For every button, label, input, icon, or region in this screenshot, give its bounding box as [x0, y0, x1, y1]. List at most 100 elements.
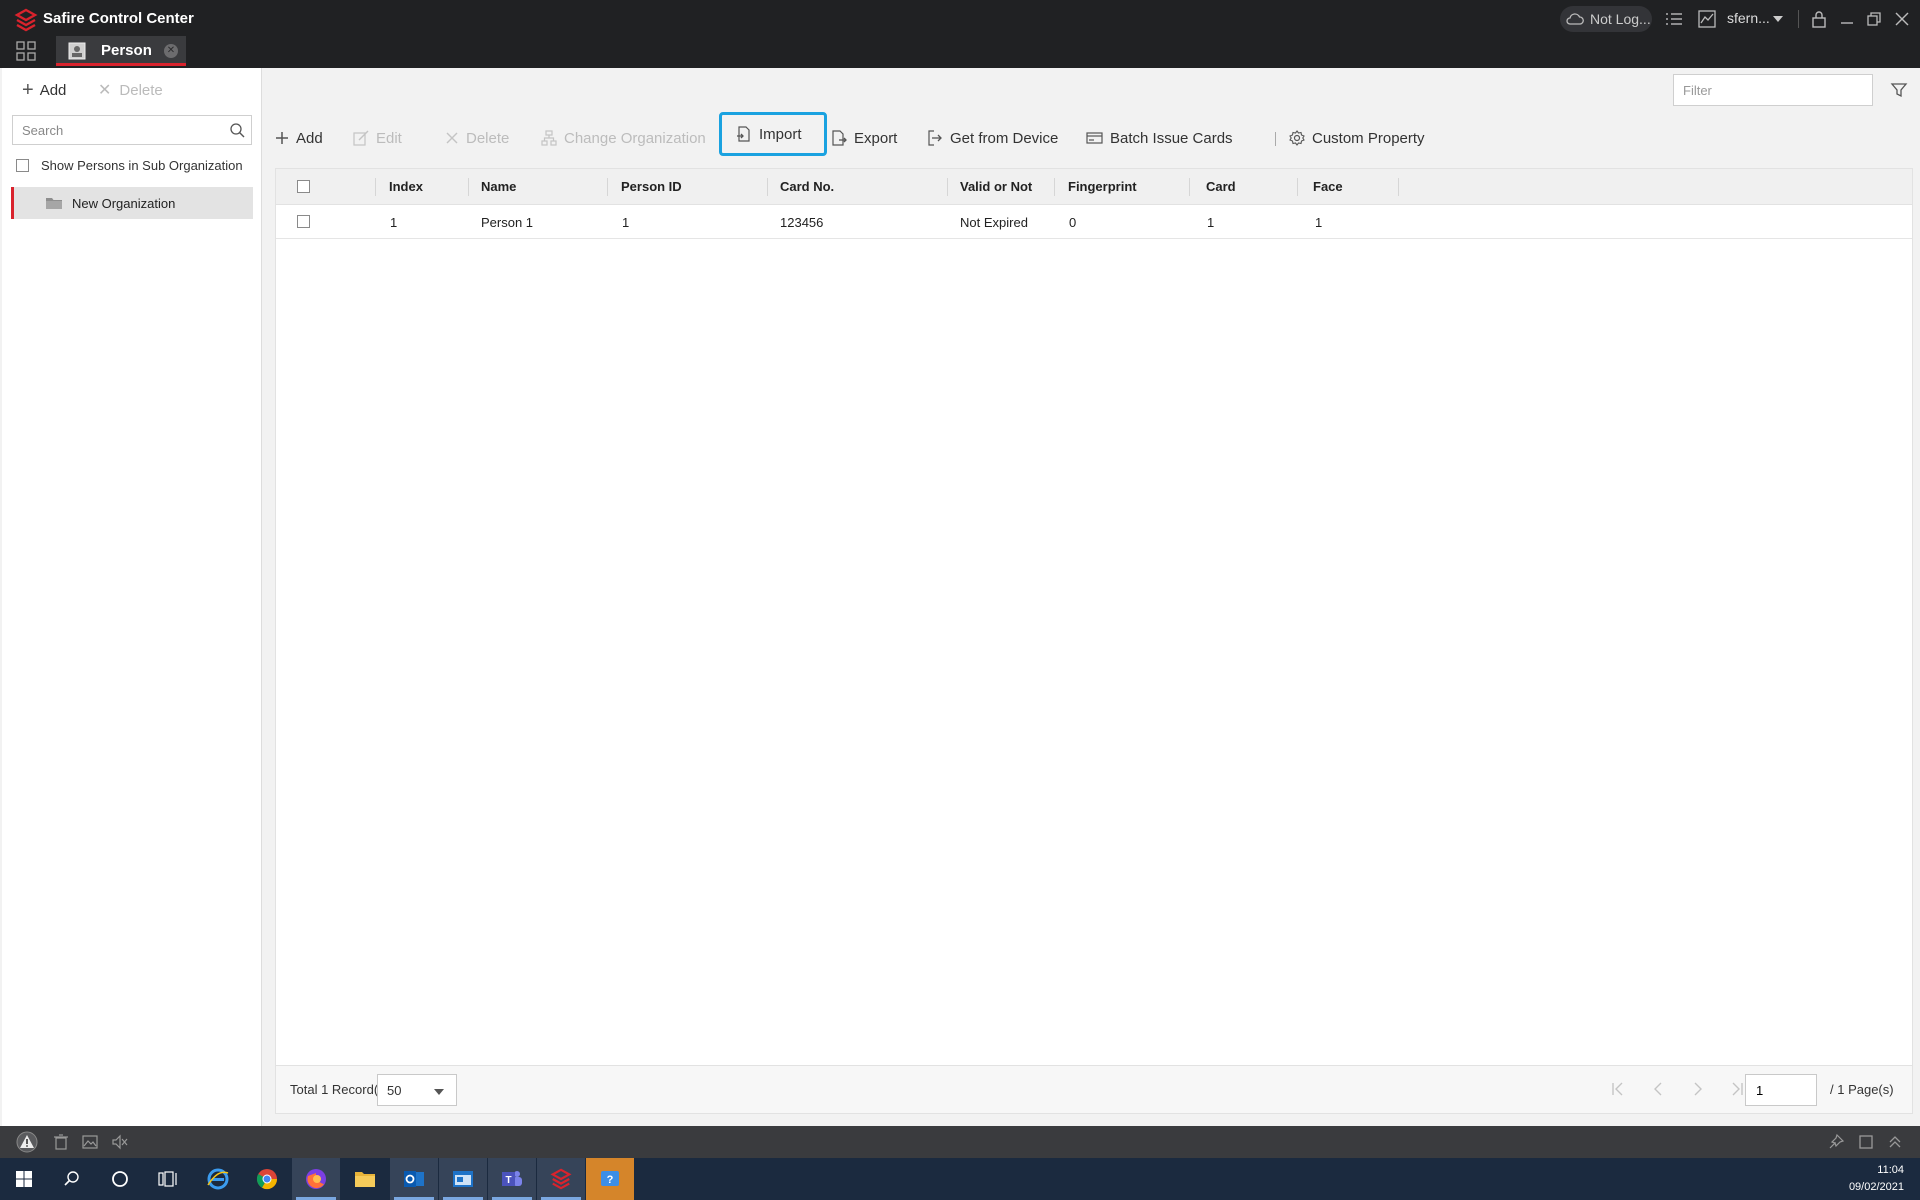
restore-icon[interactable]	[1864, 9, 1884, 29]
page-number-input[interactable]	[1746, 1075, 1814, 1105]
filter-input[interactable]	[1674, 75, 1864, 105]
table-row[interactable]: 1 Person 1 1 123456 Not Expired 0 1 1	[276, 205, 1912, 239]
lock-icon[interactable]	[1809, 9, 1829, 29]
organization-label: New Organization	[72, 196, 176, 211]
change-organization-button[interactable]: Change Organization	[541, 122, 706, 154]
taskbar-chrome[interactable]	[243, 1158, 291, 1200]
teams-icon: T	[502, 1171, 522, 1186]
column-header-face[interactable]: Face	[1313, 179, 1343, 194]
table-header: Index Name Person ID Card No. Valid or N…	[276, 169, 1912, 205]
column-divider	[1297, 178, 1298, 196]
task-view-button[interactable]	[144, 1158, 192, 1200]
chrome-icon	[256, 1169, 278, 1190]
column-header-fingerprint[interactable]: Fingerprint	[1068, 179, 1137, 194]
cortana-button[interactable]	[96, 1158, 144, 1200]
edit-person-button[interactable]: Edit	[353, 122, 402, 154]
taskbar-firefox[interactable]	[292, 1158, 340, 1200]
trash-icon[interactable]	[52, 1133, 70, 1151]
add-person-button[interactable]: Add	[275, 122, 323, 154]
tab-person[interactable]: Person ✕	[56, 36, 186, 66]
organization-item[interactable]: New Organization	[11, 187, 253, 219]
first-page-icon[interactable]	[1610, 1081, 1626, 1097]
column-header-person-id[interactable]: Person ID	[621, 179, 682, 194]
folder-icon	[46, 198, 62, 209]
export-file-icon	[832, 130, 847, 146]
windows-taskbar: T ? 11:04 09/02/2021	[0, 1158, 1920, 1200]
window-icon[interactable]	[1857, 1133, 1875, 1151]
column-header-card-no[interactable]: Card No.	[780, 179, 834, 194]
taskbar-file-explorer[interactable]	[341, 1158, 389, 1200]
select-all-checkbox[interactable]	[297, 180, 310, 193]
internet-explorer-icon	[207, 1168, 229, 1190]
organization-search-input[interactable]	[13, 116, 213, 144]
column-divider	[607, 178, 608, 196]
get-from-device-button[interactable]: Get from Device	[927, 122, 1058, 154]
previous-page-icon[interactable]	[1650, 1081, 1666, 1097]
column-header-index[interactable]: Index	[389, 179, 423, 194]
custom-property-button[interactable]: Custom Property	[1289, 122, 1425, 154]
batch-issue-cards-button[interactable]: Batch Issue Cards	[1086, 122, 1233, 154]
show-sub-organization-option[interactable]: Show Persons in Sub Organization	[16, 158, 243, 173]
delete-person-button[interactable]: Delete	[445, 122, 509, 154]
column-header-valid[interactable]: Valid or Not	[960, 179, 1032, 194]
cell-fingerprint: 0	[1069, 215, 1077, 230]
import-button[interactable]: Import	[719, 112, 827, 156]
system-clock[interactable]: 11:04 09/02/2021	[1849, 1162, 1904, 1196]
user-dropdown-icon[interactable]	[1773, 16, 1783, 22]
task-view-icon	[158, 1171, 177, 1187]
organization-tree-icon	[541, 130, 557, 146]
column-header-card[interactable]: Card	[1206, 179, 1236, 194]
close-window-icon[interactable]	[1892, 9, 1912, 29]
pagination-bar: Total 1 Record(s) 50 / 1 Page(s)	[276, 1065, 1912, 1113]
chevron-up-icon[interactable]	[1886, 1133, 1904, 1151]
svg-text:T: T	[505, 1175, 511, 1186]
import-file-icon	[737, 126, 750, 142]
tab-close-icon[interactable]: ✕	[164, 44, 178, 58]
row-checkbox[interactable]	[297, 215, 310, 228]
plus-icon	[276, 132, 288, 144]
module-grid-icon[interactable]	[16, 41, 36, 61]
app-window-icon	[453, 1171, 473, 1187]
export-button[interactable]: Export	[831, 122, 897, 154]
taskbar-safire-control-center[interactable]	[537, 1158, 585, 1200]
column-divider	[1398, 178, 1399, 196]
monitor-chart-icon[interactable]	[1697, 9, 1717, 29]
last-page-icon[interactable]	[1729, 1081, 1745, 1097]
mute-icon[interactable]	[111, 1133, 129, 1151]
cell-face: 1	[1315, 215, 1323, 230]
taskbar-app[interactable]	[439, 1158, 487, 1200]
minimize-icon[interactable]	[1837, 9, 1857, 29]
taskbar-help-app[interactable]: ?	[586, 1158, 634, 1200]
taskbar-search-button[interactable]	[48, 1158, 96, 1200]
cell-valid: Not Expired	[960, 215, 1028, 230]
task-list-icon[interactable]	[1664, 9, 1684, 29]
cortana-icon	[112, 1171, 128, 1187]
start-button[interactable]	[0, 1158, 48, 1200]
search-icon[interactable]	[229, 122, 245, 138]
user-name[interactable]: sfern...	[1727, 10, 1770, 26]
gear-icon	[1289, 130, 1305, 146]
filter-icon[interactable]	[1890, 81, 1908, 99]
page-size-select[interactable]: 50	[377, 1074, 457, 1106]
toolbar-divider	[1275, 132, 1276, 146]
delete-organization-label: Delete	[119, 81, 163, 99]
show-sub-organization-checkbox[interactable]	[16, 159, 29, 172]
cloud-status-button[interactable]: Not Log...	[1560, 6, 1652, 32]
alarm-warning-icon[interactable]	[16, 1131, 38, 1153]
taskbar-outlook[interactable]	[390, 1158, 438, 1200]
svg-text:?: ?	[607, 1174, 614, 1186]
column-header-name[interactable]: Name	[481, 179, 516, 194]
column-divider	[1189, 178, 1190, 196]
search-icon	[64, 1171, 79, 1186]
add-organization-button[interactable]: + Add	[22, 80, 66, 100]
pin-icon[interactable]	[1827, 1133, 1845, 1151]
person-toolbar: Add Edit Delete Change Organization Impo…	[275, 112, 1905, 156]
next-page-icon[interactable]	[1690, 1081, 1706, 1097]
image-icon[interactable]	[81, 1133, 99, 1151]
custom-property-label: Custom Property	[1312, 129, 1425, 147]
taskbar-edge[interactable]	[194, 1158, 242, 1200]
delete-organization-button[interactable]: ✕ Delete	[98, 80, 163, 100]
taskbar-teams[interactable]: T	[488, 1158, 536, 1200]
filter-box	[1673, 74, 1873, 106]
chevron-down-icon	[434, 1089, 444, 1095]
